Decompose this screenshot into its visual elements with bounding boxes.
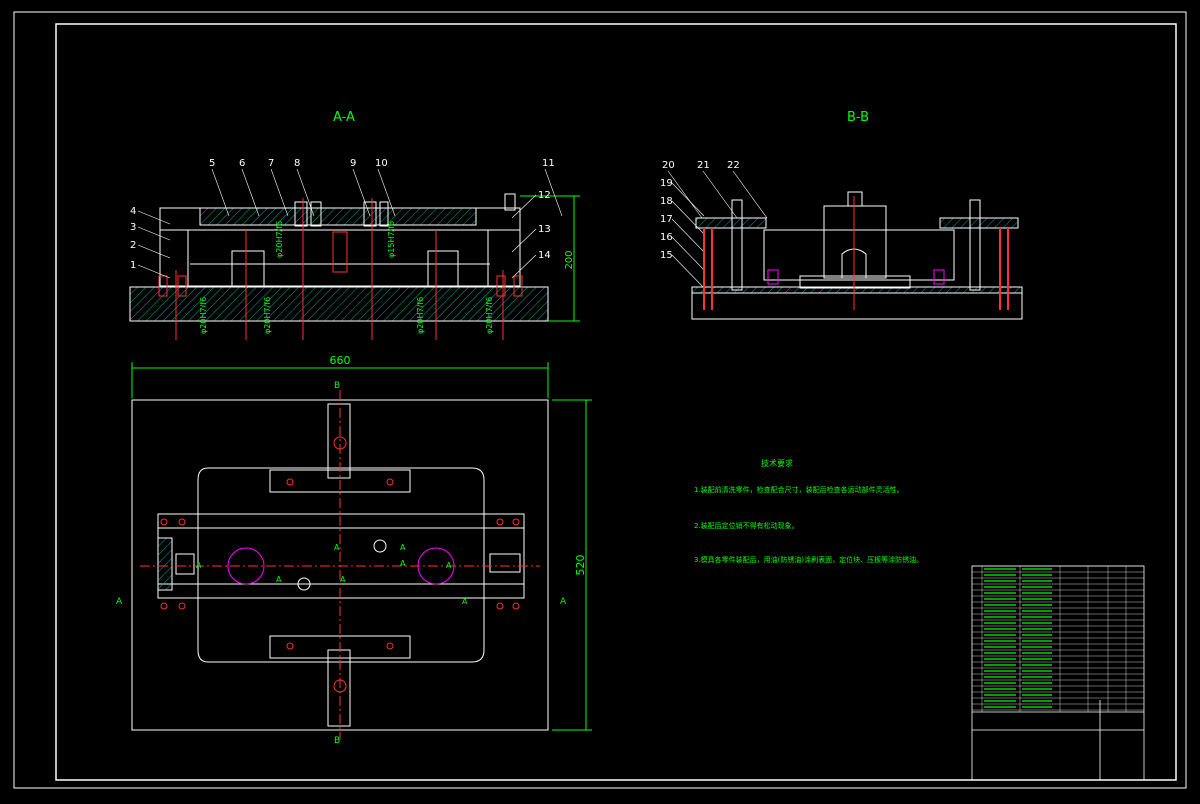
section-mark-inner: A [334,543,340,552]
bom-table [972,565,1144,712]
diameter-label: φ20H7/f6 [199,297,208,334]
drawing-svg: A-A B-B 200 φ20H7/f6 φ20H7/f6 φ20H7/f6 φ… [13,11,1187,789]
part-number: 8 [294,158,300,169]
section-mark-inner: A [446,561,452,570]
aa-top-plate [199,207,477,226]
part-number: 19 [660,178,673,189]
inner-frame [55,23,1177,781]
bb-center-column [823,205,887,279]
section-aa-title: A-A [333,110,355,125]
title-block [971,565,1145,781]
part-number: 22 [727,160,740,171]
diameter-label: φ20H7/f6 [416,297,425,334]
part-number: 7 [268,158,274,169]
section-mark-inner: A [462,597,468,606]
part-number: 18 [660,196,673,207]
part-number: 17 [660,214,673,225]
diameter-label-upper: φ15H7/f6 [387,221,396,258]
diameter-label-upper: φ20H7/f6 [275,221,284,258]
section-mark-inner: A [400,543,406,552]
dim-height-aa: 200 [564,250,575,269]
dim-plan-height: 520 [574,555,587,576]
part-number: 2 [130,240,136,251]
diameter-label: φ20H7/f6 [263,297,272,334]
cad-drawing-canvas: A-A B-B 200 φ20H7/f6 φ20H7/f6 φ20H7/f6 φ… [0,0,1200,800]
section-mark-inner: A [340,575,346,584]
section-mark-inner: A [196,561,202,570]
section-bb-view [691,191,1023,320]
dim-overall-width: 660 [330,354,351,367]
note-item: 2.装配后定位销不得有松动现象。 [694,521,799,530]
part-number: 9 [350,158,356,169]
part-number: 13 [538,224,551,235]
note-item: 3.模具各零件装配后，用油(防锈油)涂刷表面，定位块、压板等涂防锈油。 [694,555,923,564]
part-number: 5 [209,158,215,169]
part-number: 15 [660,250,673,261]
section-mark-left-a: A [116,597,123,607]
aa-block-right [427,250,459,288]
note-item: 1.装配前清洗零件，检查配合尺寸，装配后检查各运动部件灵活性。 [694,485,904,494]
part-number: 4 [130,206,136,217]
diameter-label: φ20H7/f6 [485,297,494,334]
aa-block-left [231,250,265,288]
inner-section-marks: AAAAAA AA [196,543,468,606]
part-number: 1 [130,260,136,271]
part-number: 3 [130,222,136,233]
part-number: 12 [538,190,551,201]
technical-notes: 1.装配前清洗零件，检查配合尺寸，装配后检查各运动部件灵活性。 2.装配后定位销不… [694,485,923,564]
section-mark-inner: A [276,575,282,584]
section-bb-title: B-B [847,110,869,125]
part-number: 20 [662,160,675,171]
part-number: 6 [239,158,245,169]
plan-view [131,390,549,740]
section-mark-inner: A [400,559,406,568]
section-mark-right-a: A [560,597,567,607]
aa-inner-cavity [187,229,489,287]
part-number: 16 [660,232,673,243]
part-number: 10 [375,158,388,169]
part-number: 11 [542,158,555,169]
part-number: 21 [697,160,710,171]
section-mark-top-b: B [334,381,340,391]
section-mark-bottom-b: B [334,736,340,746]
notes-heading: 技术要求 [761,458,793,468]
part-number: 14 [538,250,551,261]
plan-frame-outline [197,467,485,663]
